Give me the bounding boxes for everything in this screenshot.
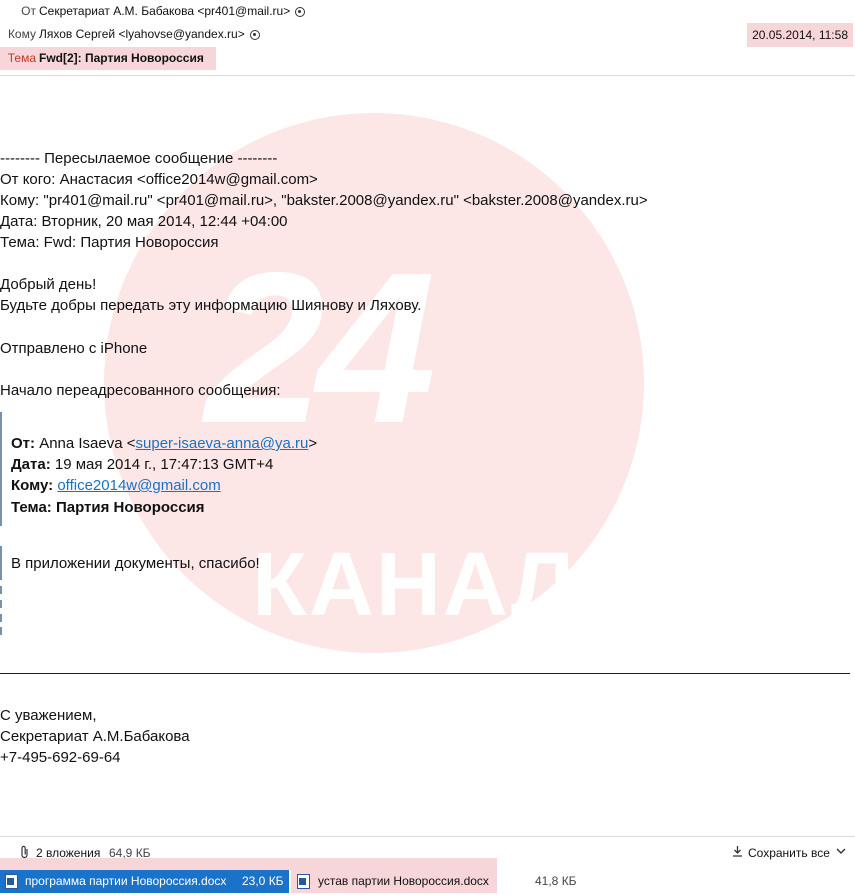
from-value[interactable]: Секретариат А.М. Бабакова <pr401@mail.ru… [39,0,306,22]
contact-icon[interactable] [249,30,260,40]
attachment-size: 41,8 КБ [535,874,577,888]
signature-line-1: С уважением, [0,707,97,724]
to-label: Кому [7,27,36,41]
quote-bar [0,627,2,635]
quoted-from-email-link[interactable]: super-isaeva-anna@ya.ru [136,435,309,452]
forward-start-text: Начало переадресованного сообщения: [0,382,281,399]
message-date: 20.05.2014, 11:58 [747,23,853,47]
forward-subject: Тема: Fwd: Партия Новороссия [0,234,219,251]
quote-bar [0,614,2,622]
watermark-word: КАНАЛ [252,535,577,635]
header-from-row: От Секретариат А.М. Бабакова <pr401@mail… [0,0,855,22]
quote-bar [0,600,2,608]
forward-from: От кого: Анастасия <office2014w@gmail.co… [0,171,318,188]
quoted-to-email-link[interactable]: office2014w@gmail.com [57,477,220,494]
signature-divider [0,673,850,674]
quote-bar [0,546,2,580]
sent-from-text: Отправлено с iPhone [0,340,148,357]
signature-line-3: +7-495-692-69-64 [0,749,121,766]
word-document-icon [5,874,18,889]
attachments-list: программа партии Новороссия.docx 23,0 КБ… [0,870,855,895]
from-label: От [21,4,36,18]
attachments-highlight [0,858,497,870]
forward-date: Дата: Вторник, 20 мая 2014, 12:44 +04:00 [0,213,288,230]
save-all-button[interactable]: Сохранить все [732,845,830,860]
contact-icon[interactable] [295,7,306,17]
to-value[interactable]: Ляхов Сергей <lyahovse@yandex.ru> [39,23,260,45]
quoted-subject: Тема: Партия Новороссия [11,499,205,516]
attachment-item[interactable]: устав партии Новороссия.docx [291,870,497,893]
request-text: Будьте добры передать эту информацию Шия… [0,297,422,314]
forward-to: Кому: "pr401@mail.ru" <pr401@mail.ru>, "… [0,192,648,209]
attachment-name: программа партии Новороссия.docx [25,874,227,888]
quoted-to: Кому: office2014w@gmail.com [11,477,221,494]
greeting-text: Добрый день! [0,276,97,293]
signature-line-2: Секретариат А.М.Бабакова [0,728,190,745]
attachment-name: устав партии Новороссия.docx [318,874,489,888]
quoted-from: От: Anna Isaeva <super-isaeva-anna@ya.ru… [11,435,318,452]
quoted-message: В приложении документы, спасибо! [11,555,260,572]
download-icon [732,845,743,860]
quote-bar [0,412,2,526]
word-document-icon [297,874,310,889]
subject-value: Fwd[2]: Партия Новороссия [39,51,204,65]
header-to-row: Кому Ляхов Сергей <lyahovse@yandex.ru> [0,23,855,45]
quoted-date: Дата: 19 мая 2014 г., 17:47:13 GMT+4 [11,456,274,473]
watermark-number: 24 [205,227,436,468]
header-subject-row: Тема Fwd[2]: Партия Новороссия [0,47,855,69]
attachment-size: 23,0 КБ [242,874,284,888]
quote-bar [0,586,2,594]
header-divider [0,75,855,76]
subject-label: Тема [7,51,36,65]
chevron-down-icon[interactable] [836,844,846,861]
attachment-item[interactable]: программа партии Новороссия.docx 23,0 КБ [0,870,289,893]
forward-header: -------- Пересылаемое сообщение -------- [0,150,278,167]
